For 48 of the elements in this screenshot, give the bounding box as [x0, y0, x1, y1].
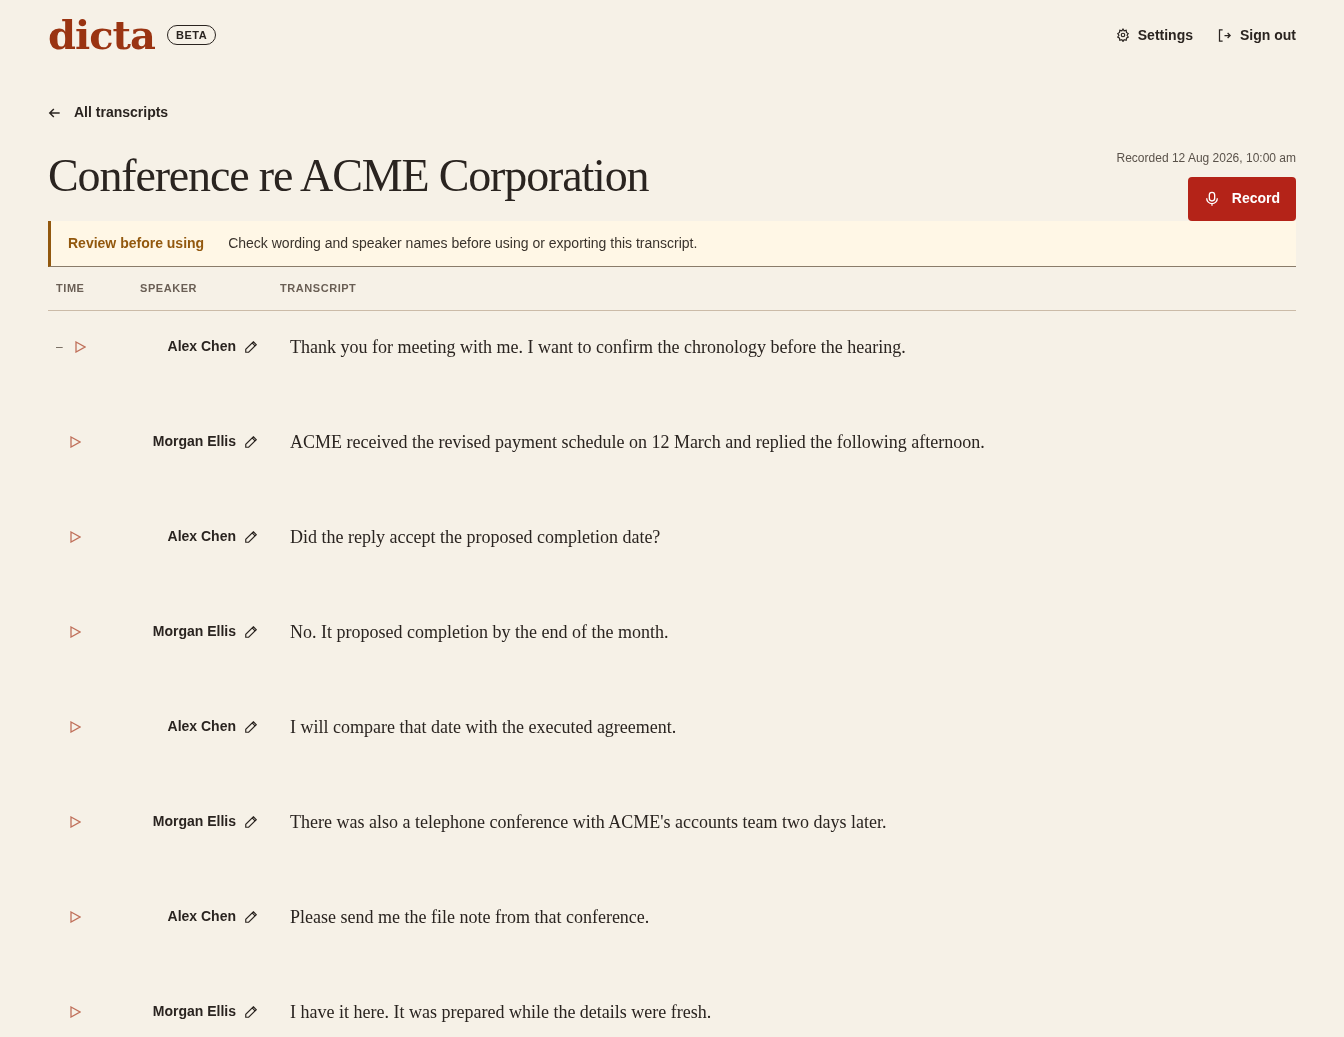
play-button[interactable] [70, 720, 81, 733]
transcript-text: Please send me the file note from that conference. [290, 905, 651, 928]
speaker-name: Morgan Ellis [152, 432, 236, 451]
edit-speaker-button[interactable] [244, 814, 258, 829]
transcript-text: There was also a telephone conference with ACME's accounts team two days later. [290, 810, 888, 833]
play-button[interactable] [70, 435, 81, 448]
edit-speaker-button[interactable] [244, 1004, 258, 1019]
column-header: TIME [56, 280, 86, 296]
edit-speaker-button[interactable] [244, 719, 258, 734]
speaker-name: Alex Chen [167, 907, 236, 926]
recorded-date: Recorded 12 Aug 2026, 10:00 am [1116, 149, 1296, 167]
column-header: SPEAKER [140, 280, 199, 296]
edit-speaker-button[interactable] [244, 434, 258, 449]
edit-speaker-button[interactable] [244, 909, 258, 924]
play-button[interactable] [70, 815, 81, 828]
edit-speaker-button[interactable] [244, 529, 258, 544]
edit-speaker-button[interactable] [244, 624, 258, 639]
record-button[interactable]: Record [1187, 176, 1296, 221]
play-button[interactable] [70, 625, 81, 638]
column-header: TRANSCRIPT [280, 280, 358, 296]
speaker-name: Morgan Ellis [152, 622, 236, 641]
speaker-name: Morgan Ellis [152, 812, 236, 831]
speaker-name: Alex Chen [167, 337, 236, 356]
speaker-name: Alex Chen [167, 527, 236, 546]
transcript-text: Did the reply accept the proposed completion date? [290, 525, 662, 548]
speaker-name: Morgan Ellis [152, 1002, 236, 1021]
play-button[interactable] [74, 340, 86, 353]
page-title: Conference re ACME Corporation [48, 152, 649, 199]
transcript-text: I will compare that date with the executed agreement. [290, 715, 678, 738]
settings-icon [1115, 28, 1130, 42]
edit-speaker-button[interactable] [244, 339, 258, 354]
notice-text: Check wording and speaker names before using or exporting this transcript. [228, 233, 698, 253]
sign-out-link[interactable]: Sign out [1217, 24, 1296, 46]
sign-out-icon [1217, 27, 1232, 43]
transcript-text: I have it here. It was prepared while the details were fresh. [290, 1000, 713, 1023]
transcript-text: Thank you for meeting with me. I want to confirm the chronology before the hearing. [290, 335, 907, 358]
transcript-text: No. It proposed completion by the end of the month. [290, 620, 670, 643]
logo[interactable]: dicta [48, 15, 155, 55]
microphone-icon [1203, 189, 1220, 208]
settings-link[interactable]: Settings [1115, 24, 1193, 46]
back-link[interactable]: All transcripts [48, 102, 169, 123]
speaker-name: Alex Chen [167, 717, 236, 736]
transcript-text: ACME received the revised payment schedule on 12 March and replied the following afternoon. [290, 430, 986, 453]
play-button[interactable] [70, 910, 81, 923]
notice-title: Review before using [68, 233, 205, 253]
play-button[interactable] [70, 1005, 81, 1018]
play-button[interactable] [70, 530, 81, 543]
timestamp: – [56, 338, 63, 356]
